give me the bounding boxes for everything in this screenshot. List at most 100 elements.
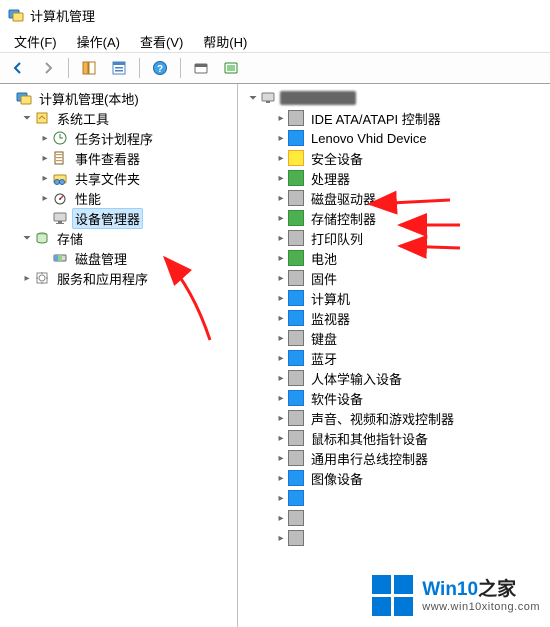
twisty-icon[interactable]: ▸ (274, 371, 288, 385)
tree-shared-folders[interactable]: ▸ 共享文件夹 (38, 168, 237, 188)
menu-file[interactable]: 文件(F) (4, 30, 67, 53)
twisty-icon[interactable]: ▸ (274, 271, 288, 285)
tree-services-apps[interactable]: ▸ 服务和应用程序 (20, 268, 237, 288)
device-lenovo[interactable]: ▸ Lenovo Vhid Device (274, 128, 550, 148)
nav-back-button[interactable] (4, 56, 32, 80)
device-root[interactable]: ⏷ (246, 88, 550, 108)
device-extra-3[interactable]: ▸ (274, 528, 550, 548)
device-bluetooth[interactable]: ▸蓝牙 (274, 348, 550, 368)
twisty-open-icon[interactable]: ⏷ (246, 91, 260, 105)
tree-label: 计算机管理(本地) (36, 88, 142, 109)
tree-label: 事件查看器 (72, 148, 143, 169)
help-button[interactable]: ? (146, 56, 174, 80)
twisty-icon[interactable]: ▸ (274, 431, 288, 445)
right-device-pane[interactable]: ⏷ ▸IDE ATA/ATAPI 控制器 ▸ Lenovo Vhid Device… (238, 84, 550, 627)
menu-view[interactable]: 查看(V) (130, 30, 193, 53)
device-label: 鼠标和其他指针设备 (308, 428, 431, 449)
tree-event-viewer[interactable]: ▸ 事件查看器 (38, 148, 237, 168)
twisty-icon[interactable]: ▸ (274, 411, 288, 425)
extra-button-2[interactable] (217, 56, 245, 80)
monitor-icon (288, 310, 304, 326)
twisty-icon[interactable]: ▸ (274, 291, 288, 305)
device-extra-1[interactable]: ▸ (274, 488, 550, 508)
device-label (308, 510, 318, 527)
twisty-icon[interactable]: ▸ (20, 271, 34, 285)
left-tree-pane[interactable]: ▶ 计算机管理(本地) ⏷ (0, 84, 238, 627)
device-usb[interactable]: ▸通用串行总线控制器 (274, 448, 550, 468)
twisty-icon[interactable]: ▸ (274, 351, 288, 365)
device-extra-2[interactable]: ▸ (274, 508, 550, 528)
device-mouse[interactable]: ▸ 鼠标和其他指针设备 (274, 428, 550, 448)
tree-label: 任务计划程序 (72, 128, 156, 149)
twisty-icon[interactable]: ▸ (274, 451, 288, 465)
device-battery[interactable]: ▸电池 (274, 248, 550, 268)
twisty-icon[interactable]: ▸ (38, 131, 52, 145)
device-storage-controllers[interactable]: ▸ 存储控制器 (274, 208, 550, 228)
menu-action[interactable]: 操作(A) (67, 30, 130, 53)
twisty-icon[interactable]: ▸ (274, 511, 288, 525)
device-label: 存储控制器 (308, 208, 379, 229)
device-disk-drives[interactable]: ▸磁盘驱动器 (274, 188, 550, 208)
device-label: 计算机 (308, 288, 353, 309)
extra-button-1[interactable] (187, 56, 215, 80)
device-computer[interactable]: ▸ 计算机 (274, 288, 550, 308)
tree-disk-management[interactable]: ▶ 磁盘管理 (38, 248, 237, 268)
tree-performance[interactable]: ▸ 性能 (38, 188, 237, 208)
device-monitors[interactable]: ▸监视器 (274, 308, 550, 328)
device-label: Lenovo Vhid Device (308, 130, 430, 147)
tree-system-tools[interactable]: ⏷ 系统工具 (20, 108, 237, 128)
device-ide[interactable]: ▸IDE ATA/ATAPI 控制器 (274, 108, 550, 128)
system-tools-icon (34, 110, 50, 126)
device-audio[interactable]: ▸声音、视频和游戏控制器 (274, 408, 550, 428)
toolbar-separator (139, 58, 140, 78)
twisty-icon[interactable]: ▸ (274, 311, 288, 325)
device-imaging[interactable]: ▸图像设备 (274, 468, 550, 488)
twisty-icon[interactable]: ▸ (274, 471, 288, 485)
twisty-icon[interactable]: ▸ (274, 111, 288, 125)
device-software[interactable]: ▸软件设备 (274, 388, 550, 408)
twisty-icon[interactable]: ▸ (274, 531, 288, 545)
menu-help[interactable]: 帮助(H) (193, 30, 257, 53)
twisty-icon[interactable]: ▸ (274, 131, 288, 145)
ide-controller-icon (288, 110, 304, 126)
twisty-icon[interactable]: ▸ (274, 211, 288, 225)
twisty-open-icon[interactable]: ⏷ (20, 111, 34, 125)
tree-label: 存储 (54, 228, 86, 249)
tree-device-manager[interactable]: ▶ 设备管理器 (38, 208, 237, 228)
twisty-open-icon[interactable]: ⏷ (20, 231, 34, 245)
tree-task-scheduler[interactable]: ▸ 任务计划程序 (38, 128, 237, 148)
twisty-icon[interactable]: ▸ (274, 151, 288, 165)
disk-management-icon (52, 250, 68, 266)
tree-root-computer-management[interactable]: ▶ 计算机管理(本地) (2, 88, 237, 108)
device-keyboards[interactable]: ▸键盘 (274, 328, 550, 348)
keyboard-icon (288, 330, 304, 346)
twisty-icon[interactable]: ▸ (274, 491, 288, 505)
twisty-icon[interactable]: ▸ (38, 191, 52, 205)
properties-button[interactable] (105, 56, 133, 80)
generic-device-icon (288, 510, 304, 526)
shared-folders-icon (52, 170, 68, 186)
twisty-icon[interactable]: ▸ (274, 331, 288, 345)
show-hide-tree-button[interactable] (75, 56, 103, 80)
twisty-icon[interactable]: ▸ (274, 191, 288, 205)
tree-label: 服务和应用程序 (54, 268, 151, 289)
tree-label-selected: 设备管理器 (72, 208, 143, 229)
bluetooth-icon (288, 350, 304, 366)
nav-forward-button[interactable] (34, 56, 62, 80)
device-processor[interactable]: ▸处理器 (274, 168, 550, 188)
twisty-icon[interactable]: ▸ (274, 251, 288, 265)
twisty-icon[interactable]: ▸ (274, 171, 288, 185)
twisty-icon[interactable]: ▸ (274, 391, 288, 405)
device-label: 安全设备 (308, 148, 366, 169)
printer-icon (288, 230, 304, 246)
twisty-icon[interactable]: ▸ (274, 231, 288, 245)
tree-label: 性能 (72, 188, 104, 209)
tree-storage[interactable]: ⏷ 存储 (20, 228, 237, 248)
device-hid[interactable]: ▸人体学输入设备 (274, 368, 550, 388)
twisty-icon[interactable]: ▸ (38, 171, 52, 185)
twisty-icon[interactable]: ▸ (38, 151, 52, 165)
device-firmware[interactable]: ▸固件 (274, 268, 550, 288)
device-print-queues[interactable]: ▸打印队列 (274, 228, 550, 248)
security-icon (288, 150, 304, 166)
device-security[interactable]: ▸ 安全设备 (274, 148, 550, 168)
